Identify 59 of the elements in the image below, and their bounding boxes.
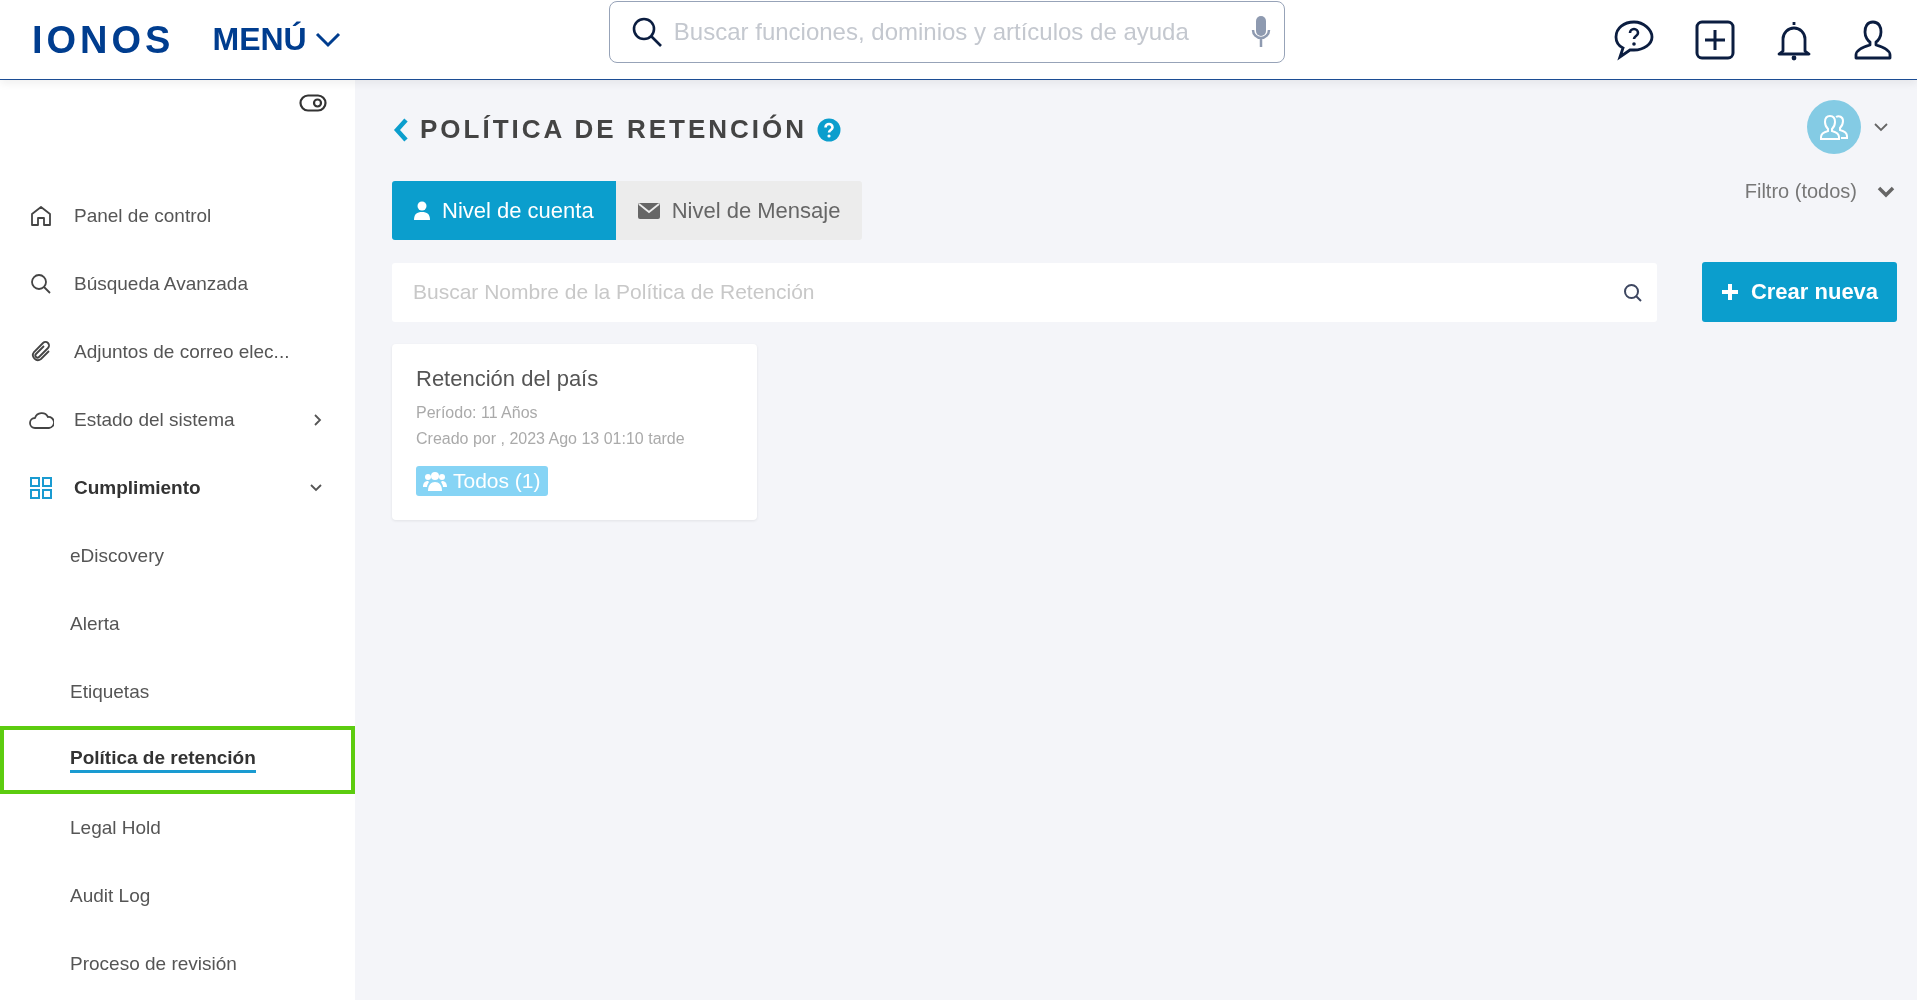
chevron-right-icon: [313, 413, 323, 427]
search-icon: [630, 15, 663, 48]
sidebar-item-label: Adjuntos de correo elec...: [74, 341, 291, 363]
sidebar-item[interactable]: Legal Hold: [0, 794, 355, 862]
users-icon: [423, 471, 447, 491]
back-chevron-icon[interactable]: [392, 116, 410, 143]
toggle-icon[interactable]: [299, 94, 327, 112]
sidebar-item[interactable]: Cumplimiento: [0, 454, 355, 522]
group-tag: Todos (1): [416, 466, 548, 496]
chevron-down-icon: [309, 483, 323, 493]
search-field[interactable]: Buscar funciones, dominios y artículos de ayuda: [608, 0, 1285, 63]
policy-name: Retención del país: [416, 366, 600, 392]
envelope-icon: [637, 202, 660, 219]
help-chat-icon[interactable]: [1613, 18, 1655, 61]
policy-card[interactable]: Retención del país Período: 11 Años Creado por , 2023 Ago 13 01:10 tarde Todos (1): [392, 344, 757, 520]
filter-dropdown[interactable]: Filtro (todos): [1744, 180, 1895, 203]
cloud-icon: [28, 410, 54, 430]
plus-icon: [1720, 283, 1739, 301]
add-icon[interactable]: [1695, 19, 1735, 60]
person-icon: [414, 200, 430, 221]
grid-icon: [29, 476, 53, 500]
sidebar-item-label: Alerta: [70, 613, 121, 635]
page-title: POLÍTICA DE RETENCIÓN: [420, 114, 808, 145]
sidebar-item-label: Panel de control: [74, 205, 213, 227]
chevron-down-icon: [1877, 185, 1895, 198]
house-icon: [29, 204, 53, 228]
paperclip-icon: [29, 340, 53, 364]
sidebar-item-label: Legal Hold: [70, 817, 162, 839]
policy-created: Creado por , 2023 Ago 13 01:10 tarde: [416, 429, 686, 449]
company-logo[interactable]: IONOS: [32, 17, 175, 62]
policy-period: Período: 11 Años: [416, 403, 539, 423]
sidebar-item[interactable]: Audit Log: [0, 862, 355, 930]
microphone-icon[interactable]: [1250, 14, 1271, 49]
sidebar-item-label: eDiscovery: [70, 545, 165, 567]
sidebar-item-label: Cumplimiento: [74, 477, 202, 499]
sidebar-item-label: Etiquetas: [70, 681, 151, 703]
menu-button[interactable]: MENÚ: [212, 21, 341, 58]
sidebar-item[interactable]: eDiscovery: [0, 522, 355, 590]
sidebar-item-label: Búsqueda Avanzada: [74, 273, 249, 295]
sidebar-item-label: Política de retención: [70, 747, 256, 773]
sidebar-item[interactable]: Etiquetas: [0, 658, 355, 726]
user-icon[interactable]: [1853, 18, 1893, 61]
sidebar-item-label: Estado del sistema: [74, 409, 236, 431]
chevron-down-icon[interactable]: [1873, 122, 1889, 132]
tab[interactable]: Nivel de Mensaje: [615, 181, 863, 240]
sidebar-item[interactable]: Alerta: [0, 590, 355, 658]
sidebar-item[interactable]: Adjuntos de correo elec...: [0, 318, 355, 386]
sidebar-item[interactable]: Proceso de revisión: [0, 930, 355, 998]
help-icon[interactable]: [817, 117, 842, 142]
search-icon: [29, 272, 53, 296]
search-icon: [1623, 282, 1643, 303]
sidebar-item[interactable]: Estado del sistema: [0, 386, 355, 454]
users-icon: [1819, 113, 1849, 141]
sidebar-item-label: Proceso de revisión: [70, 953, 238, 975]
sidebar-item[interactable]: Panel de control: [0, 182, 355, 250]
sidebar-item[interactable]: Búsqueda Avanzada: [0, 250, 355, 318]
sidebar-item-label: Audit Log: [70, 885, 152, 907]
sidebar-item[interactable]: Política de retención: [0, 726, 355, 794]
chevron-down-icon: [314, 31, 341, 48]
